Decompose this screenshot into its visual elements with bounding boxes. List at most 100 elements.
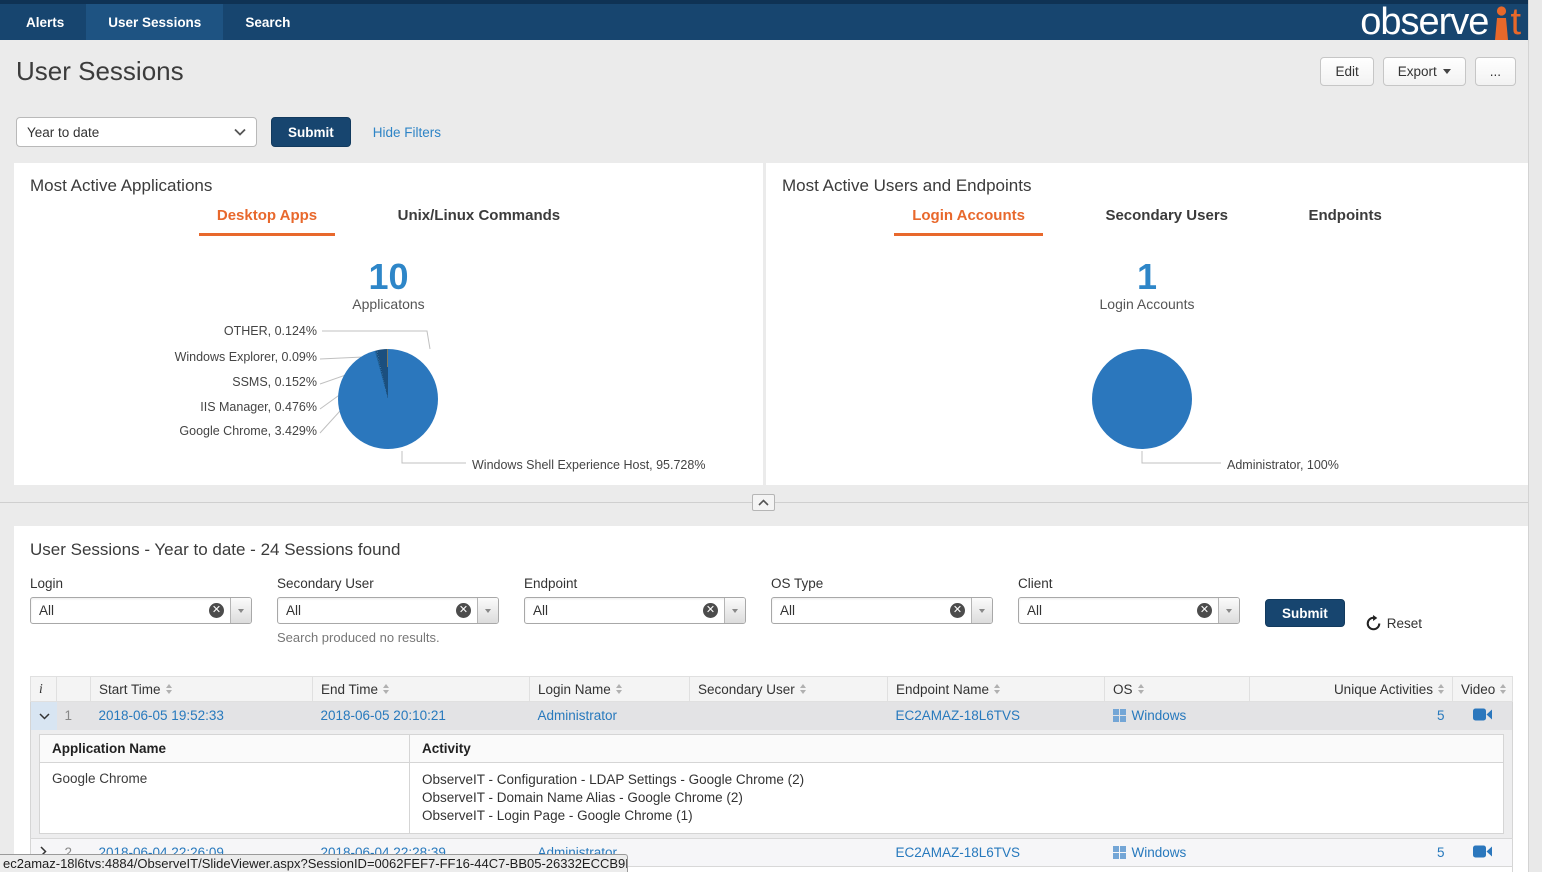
page-header: User Sessions Edit Export ... [0,40,1542,87]
sessions-section: User Sessions - Year to date - 24 Sessio… [14,526,1528,872]
endpoint-input[interactable] [525,598,703,623]
nav-tabs: Alerts User Sessions Search [4,4,312,40]
video-camera-icon [1473,708,1492,721]
client-filter: Client ✕ [1018,576,1240,645]
endpoint-name-header[interactable]: Endpoint Name [888,677,1105,702]
clear-icon[interactable]: ✕ [1197,603,1212,618]
activity-header: Activity [410,734,1504,762]
status-bar-url: ec2amaz-18l6tvs:4884/ObserveIT/SlideView… [0,854,628,872]
collapse-row-button[interactable] [31,702,57,730]
top-navbar: Alerts User Sessions Search observe t [0,0,1542,40]
filters-submit-button[interactable]: Submit [1265,599,1345,627]
os-header[interactable]: OS [1105,677,1250,702]
login-accounts-count-label: Login Accounts [766,296,1528,312]
secondary-user-input[interactable] [278,598,456,623]
edit-button[interactable]: Edit [1320,57,1373,86]
clear-icon[interactable]: ✕ [950,603,965,618]
endpoint-link[interactable]: EC2AMAZ-18L6TVS [896,845,1021,860]
login-combo: ✕ [30,597,252,624]
export-button[interactable]: Export [1383,57,1466,86]
end-time-header[interactable]: End Time [313,677,530,702]
secondary-user-cell [690,867,888,872]
detail-data-row: Google Chrome ObserveIT - Configuration … [40,762,1504,834]
tab-secondary-users[interactable]: Secondary Users [1087,207,1246,236]
applications-pie-chart[interactable] [338,349,438,449]
table-header-row: i Start Time End Time Login Name Seconda… [31,677,1513,702]
users-pie-chart[interactable] [1092,349,1192,449]
nav-tab-user-sessions[interactable]: User Sessions [86,4,223,40]
clear-icon[interactable]: ✕ [703,603,718,618]
date-filter-bar: Year to date Submit Hide Filters [0,87,1542,147]
row-number: 1 [57,702,91,730]
sort-icon[interactable] [383,684,389,694]
secondary-user-header[interactable]: Secondary User [690,677,888,702]
endpoint-filter: Endpoint ✕ [524,576,746,645]
login-accounts-count: 1 [766,256,1528,298]
sort-icon[interactable] [800,684,806,694]
tab-endpoints[interactable]: Endpoints [1290,207,1399,236]
pie-label-administrator: Administrator, 100% [1227,458,1339,472]
pie-label-windows-explorer: Windows Explorer, 0.09% [14,350,317,364]
endpoint-combo: ✕ [524,597,746,624]
play-video-button[interactable] [1453,867,1513,872]
date-range-select[interactable]: Year to date [16,117,257,147]
video-camera-icon [1473,845,1492,858]
observeit-logo: observe t [1360,0,1520,44]
tab-desktop-apps[interactable]: Desktop Apps [199,207,335,236]
reset-button[interactable]: Reset [1365,602,1422,645]
activity-line: ObserveIT - Login Page - Google Chrome (… [422,807,1491,825]
endpoint-link[interactable]: EC2AMAZ-18L6TVS [896,708,1021,723]
video-header[interactable]: Video [1453,677,1513,702]
dropdown-arrow-icon[interactable] [1218,598,1239,623]
sort-icon[interactable] [1500,684,1506,694]
dropdown-arrow-icon[interactable] [971,598,992,623]
activity-cell: ObserveIT - Configuration - LDAP Setting… [410,762,1504,834]
unique-activities-count: 1 [1250,867,1453,872]
sort-icon[interactable] [166,684,172,694]
client-combo: ✕ [1018,597,1240,624]
nav-tab-search[interactable]: Search [223,4,312,40]
start-time-link[interactable]: 2018-06-05 19:52:33 [99,708,224,723]
vertical-scrollbar[interactable] [1528,0,1542,872]
unique-activities-header[interactable]: Unique Activities [1250,677,1453,702]
nav-tab-alerts[interactable]: Alerts [4,4,86,40]
hide-filters-link[interactable]: Hide Filters [373,125,441,140]
sort-icon[interactable] [1438,684,1444,694]
applications-count-label: Applicatons [14,296,763,312]
date-submit-button[interactable]: Submit [271,117,351,147]
sort-icon[interactable] [1138,684,1144,694]
os-type-input[interactable] [772,598,950,623]
clear-icon[interactable]: ✕ [456,603,471,618]
os-type-combo: ✕ [771,597,993,624]
login-name-link[interactable]: Administrator [538,708,618,723]
start-time-header[interactable]: Start Time [91,677,313,702]
dropdown-arrow-icon[interactable] [230,598,251,623]
date-range-value: Year to date [27,125,99,140]
play-video-button[interactable] [1453,839,1513,867]
chevron-down-icon [1443,69,1451,74]
play-video-button[interactable] [1453,702,1513,730]
tab-unix-linux-commands[interactable]: Unix/Linux Commands [380,207,579,236]
session-row-1[interactable]: 1 2018-06-05 19:52:33 2018-06-05 20:10:2… [31,702,1513,730]
login-name-header[interactable]: Login Name [530,677,690,702]
sessions-filters: Login ✕ Secondary User ✕ Search produced… [30,576,1512,645]
client-input[interactable] [1019,598,1197,623]
tab-login-accounts[interactable]: Login Accounts [894,207,1043,236]
collapse-panels-button[interactable] [752,494,775,511]
clear-icon[interactable]: ✕ [209,603,224,618]
most-active-users-panel: Most Active Users and Endpoints Login Ac… [766,163,1528,485]
activity-detail-table: Application Name Activity Google Chrome … [39,734,1504,835]
pie-label-ssms: SSMS, 0.152% [14,375,317,389]
end-time-link[interactable]: 2018-06-05 20:10:21 [321,708,446,723]
unique-activities-count: 5 [1250,839,1453,867]
sessions-title: User Sessions - Year to date - 24 Sessio… [30,540,1512,560]
dropdown-arrow-icon[interactable] [724,598,745,623]
dropdown-arrow-icon[interactable] [477,598,498,623]
sort-icon[interactable] [616,684,622,694]
unique-activities-count: 5 [1250,702,1453,730]
sort-icon[interactable] [994,684,1000,694]
more-options-button[interactable]: ... [1475,57,1516,86]
login-input[interactable] [31,598,209,623]
chevron-up-icon [758,499,769,506]
sessions-table: i Start Time End Time Login Name Seconda… [30,676,1513,872]
